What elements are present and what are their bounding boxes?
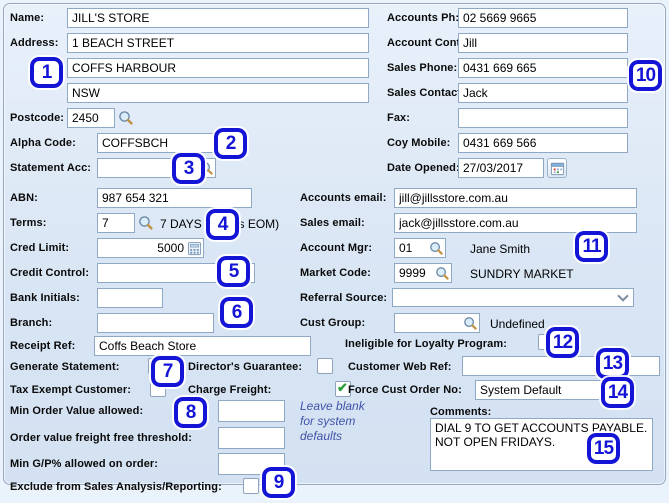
callout-3: 3: [170, 151, 207, 186]
account-mgr-value: 01: [399, 241, 413, 255]
account-mgr-search-icon[interactable]: [429, 241, 444, 256]
sales-contact-input[interactable]: [458, 83, 628, 103]
date-opened-label: Date Opened:: [387, 162, 460, 174]
generate-statement-label: Generate Statement:: [10, 361, 120, 373]
exclude-sales-analysis-label: Exclude from Sales Analysis/Reporting:: [10, 481, 222, 493]
receipt-ref-label: Receipt Ref:: [10, 340, 76, 352]
referral-source-label: Referral Source:: [300, 292, 388, 304]
coy-mobile-label: Coy Mobile:: [387, 137, 451, 149]
sales-contact-label: Sales Contact:: [387, 87, 465, 99]
address-line1-input[interactable]: [67, 33, 369, 53]
callout-10: 10: [627, 58, 664, 93]
sales-phone-label: Sales Phone:: [387, 62, 458, 74]
cust-group-display: Undefined: [490, 317, 545, 331]
cred-limit-label: Cred Limit:: [10, 242, 70, 254]
address-label: Address:: [10, 37, 59, 49]
receipt-ref-input[interactable]: [94, 336, 311, 356]
force-cust-order-no-label: Force Cust Order No:: [348, 384, 462, 396]
accounts-ph-input[interactable]: [458, 8, 628, 28]
system-defaults-hint: Leave blank for system defaults: [300, 399, 365, 443]
market-code-field[interactable]: 9999: [394, 263, 452, 283]
callout-5: 5: [215, 254, 252, 289]
fax-label: Fax:: [387, 112, 411, 124]
accounts-email-label: Accounts email:: [300, 192, 387, 204]
cred-limit-field[interactable]: 5000: [97, 238, 204, 258]
address-line3-input[interactable]: [67, 83, 369, 103]
terms-label: Terms:: [10, 217, 47, 229]
date-opened-input[interactable]: [458, 158, 544, 178]
accounts-email-input[interactable]: [394, 188, 637, 208]
market-code-search-icon[interactable]: [435, 266, 450, 281]
account-cont-input[interactable]: [458, 33, 628, 53]
callout-1: 1: [28, 55, 65, 90]
name-label: Name:: [10, 12, 45, 24]
referral-source-value: [393, 297, 619, 299]
callout-6: 6: [218, 295, 255, 330]
callout-14: 14: [599, 375, 636, 410]
alpha-code-label: Alpha Code:: [10, 137, 76, 149]
credit-control-label: Credit Control:: [10, 267, 90, 279]
referral-source-dropdown[interactable]: [392, 288, 634, 307]
account-mgr-display: Jane Smith: [470, 242, 531, 256]
name-input[interactable]: [67, 8, 369, 28]
coy-mobile-input[interactable]: [458, 133, 628, 153]
market-code-label: Market Code:: [300, 267, 371, 279]
market-code-display: SUNDRY MARKET: [470, 267, 574, 281]
cust-group-label: Cust Group:: [300, 317, 366, 329]
calculator-icon[interactable]: [187, 241, 202, 256]
postcode-input[interactable]: [67, 108, 115, 128]
customer-web-ref-input[interactable]: [462, 356, 660, 376]
abn-label: ABN:: [10, 192, 38, 204]
loyalty-ineligible-label: Ineligible for Loyalty Program:: [345, 338, 508, 350]
freight-free-threshold-label: Order value freight free threshold:: [10, 432, 192, 444]
callout-7: 7: [149, 354, 186, 389]
postcode-search-icon[interactable]: [118, 110, 134, 126]
cred-limit-value: 5000: [157, 241, 184, 255]
min-gp-label: Min G/P% allowed on order:: [10, 458, 159, 470]
directors-guarantee-label: Director's Guarantee:: [188, 361, 303, 373]
callout-8: 8: [172, 395, 209, 430]
terms-input[interactable]: [97, 213, 135, 233]
alpha-code-input[interactable]: [97, 133, 217, 153]
callout-2: 2: [212, 126, 249, 161]
branch-label: Branch:: [10, 317, 53, 329]
callout-12: 12: [544, 325, 581, 360]
exclude-sales-analysis-checkbox[interactable]: [243, 478, 259, 494]
cust-group-search-icon[interactable]: [463, 316, 478, 331]
callout-13: 13: [594, 346, 631, 381]
directors-guarantee-checkbox[interactable]: [317, 358, 333, 374]
sales-email-label: Sales email:: [300, 217, 365, 229]
min-order-value-label: Min Order Value allowed:: [10, 405, 144, 417]
fax-input[interactable]: [458, 108, 628, 128]
cust-group-value: [395, 322, 463, 324]
account-mgr-field[interactable]: 01: [394, 238, 446, 258]
market-code-value: 9999: [399, 266, 426, 280]
account-cont-label: Account Cont:: [387, 37, 465, 49]
callout-11: 11: [573, 229, 610, 264]
bank-initials-label: Bank Initials:: [10, 292, 80, 304]
accounts-ph-label: Accounts Ph:: [387, 12, 460, 24]
freight-free-threshold-input[interactable]: [218, 427, 285, 449]
tax-exempt-label: Tax Exempt Customer:: [10, 384, 131, 396]
postcode-label: Postcode:: [10, 112, 65, 124]
account-mgr-label: Account Mgr:: [300, 242, 373, 254]
charge-freight-label: Charge Freight:: [188, 384, 272, 396]
cust-group-field[interactable]: [394, 313, 480, 333]
calendar-icon[interactable]: [547, 158, 567, 178]
bank-initials-input[interactable]: [97, 288, 163, 308]
customer-web-ref-label: Customer Web Ref:: [348, 361, 452, 373]
callout-15: 15: [585, 431, 622, 466]
comments-label: Comments:: [430, 406, 492, 418]
statement-acc-label: Statement Acc:: [10, 162, 92, 174]
chevron-down-icon: [617, 290, 629, 302]
callout-9: 9: [260, 465, 297, 500]
branch-input[interactable]: [97, 313, 214, 333]
callout-4: 4: [204, 207, 241, 242]
address-line2-input[interactable]: [67, 58, 369, 78]
abn-input[interactable]: [97, 188, 252, 208]
sales-phone-input[interactable]: [458, 58, 628, 78]
min-order-value-input[interactable]: [218, 400, 285, 422]
sales-email-input[interactable]: [394, 213, 637, 233]
terms-search-icon[interactable]: [138, 215, 154, 231]
